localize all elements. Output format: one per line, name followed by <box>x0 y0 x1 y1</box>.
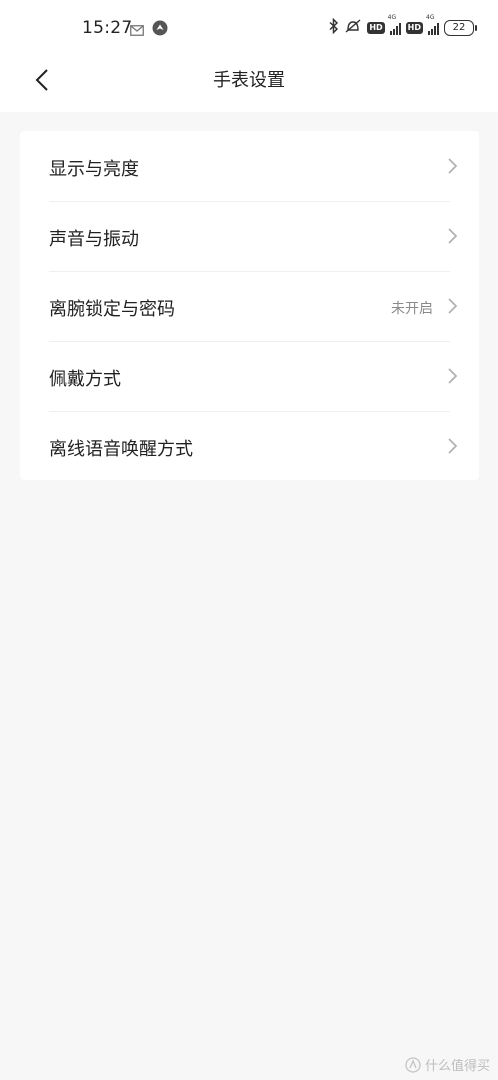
header: 手表设置 <box>0 56 498 112</box>
status-right-icons: HD 4G HD 4G 22 <box>329 14 477 38</box>
status-bar: 15:27 HD 4G HD 4G 22 <box>0 0 498 56</box>
app-notification-icon <box>152 20 168 40</box>
settings-item-label: 佩戴方式 <box>49 369 121 390</box>
chevron-right-icon <box>448 158 458 174</box>
settings-item-wrist-lock-password[interactable]: 离腕锁定与密码 未开启 <box>20 271 479 341</box>
status-left-icons <box>130 20 168 40</box>
watermark-text: 什么值得买 <box>424 1059 490 1074</box>
vibrate-off-icon <box>344 18 362 38</box>
settings-item-offline-voice-wake[interactable]: 离线语音唤醒方式 <box>20 411 479 481</box>
settings-item-label: 离腕锁定与密码 <box>49 299 175 320</box>
chevron-right-icon <box>448 228 458 244</box>
page-title: 手表设置 <box>213 70 285 91</box>
watermark-logo-icon <box>405 1056 421 1073</box>
settings-list: 显示与亮度 声音与振动 离腕锁定与密码 未开启 佩戴方式 离线语音唤醒方式 <box>20 131 479 480</box>
battery-indicator: 22 <box>444 20 477 36</box>
status-time: 15:27 <box>82 18 133 38</box>
chevron-right-icon <box>448 298 458 314</box>
hd-badge: HD <box>367 22 385 34</box>
hd-badge: HD <box>405 22 423 34</box>
settings-item-display-brightness[interactable]: 显示与亮度 <box>20 131 479 201</box>
settings-item-sound-vibration[interactable]: 声音与振动 <box>20 201 479 271</box>
chevron-right-icon <box>448 438 458 454</box>
signal-4g-icon: 4G <box>426 14 439 35</box>
settings-item-label: 离线语音唤醒方式 <box>49 439 193 460</box>
settings-item-wear-mode[interactable]: 佩戴方式 <box>20 341 479 411</box>
bluetooth-icon <box>329 17 339 38</box>
watermark: 什么值得买 <box>405 1055 490 1074</box>
settings-item-label: 声音与振动 <box>49 229 139 250</box>
settings-item-label: 显示与亮度 <box>49 159 139 180</box>
signal-4g-icon: 4G <box>388 14 401 35</box>
chevron-right-icon <box>448 368 458 384</box>
settings-item-status: 未开启 <box>391 301 433 317</box>
mail-icon <box>130 21 144 40</box>
